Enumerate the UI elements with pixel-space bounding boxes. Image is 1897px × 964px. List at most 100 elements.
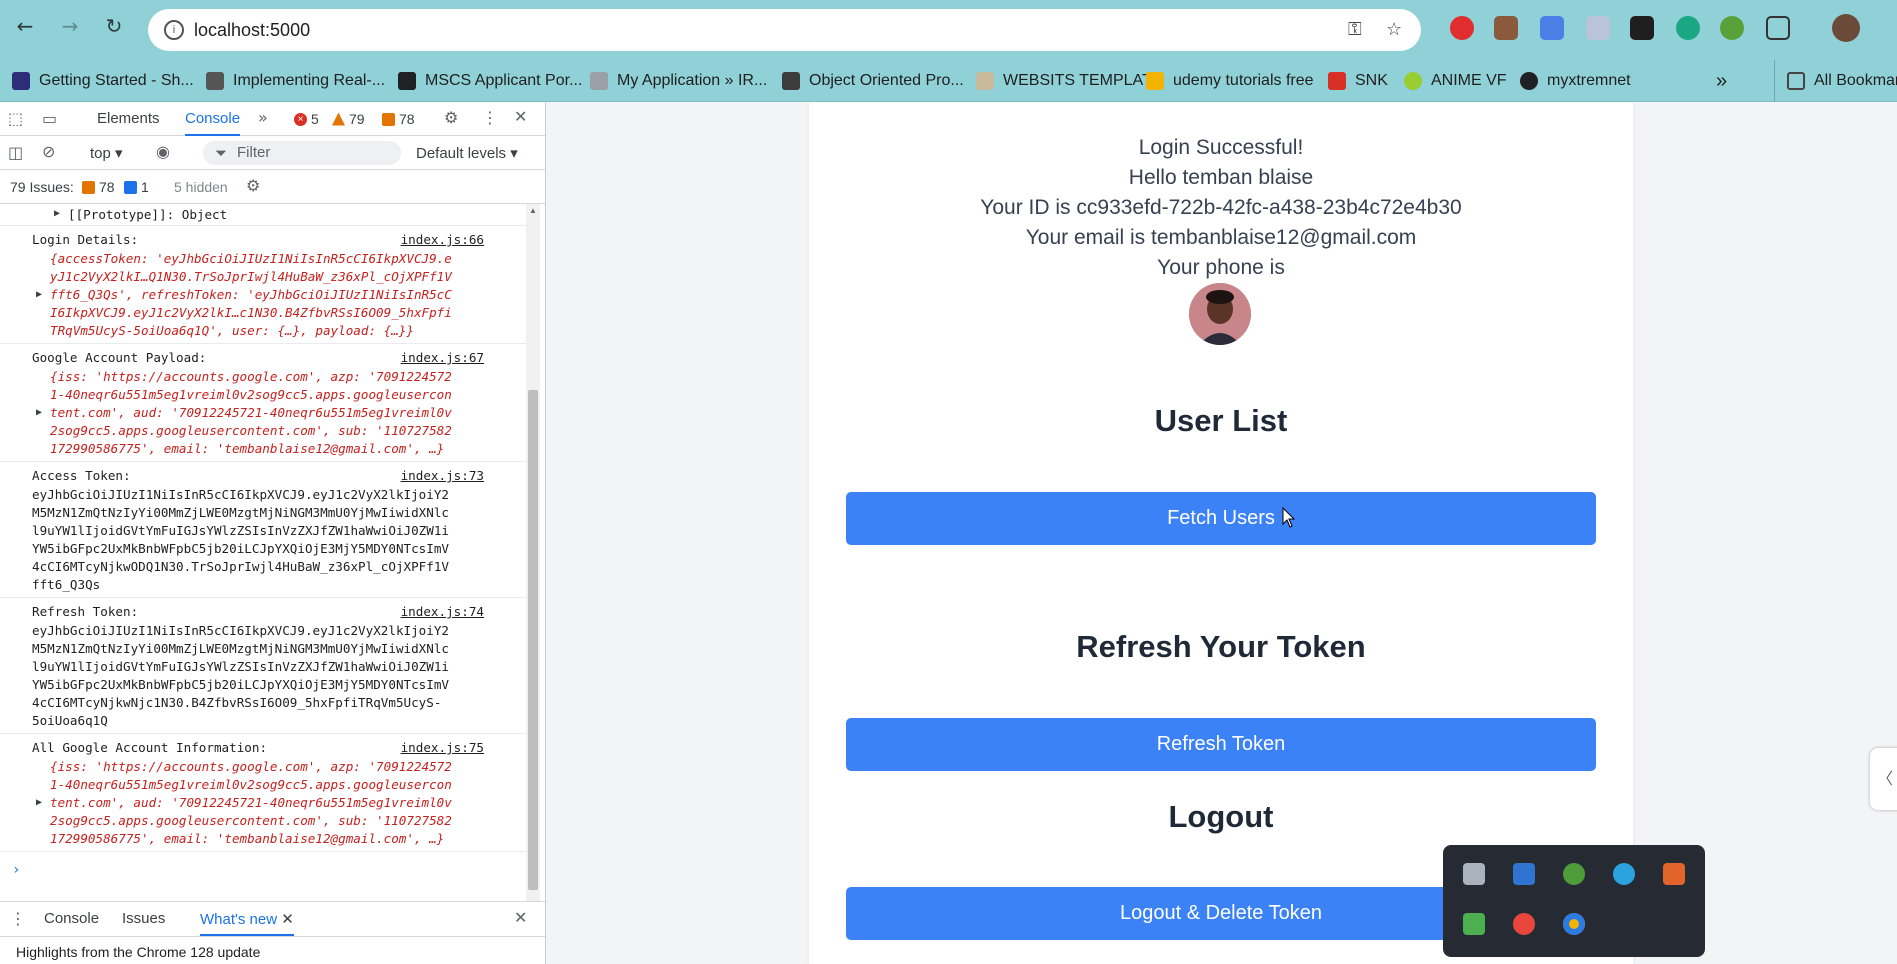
- bookmark-label: WEBSITS TEMPLAT: [1003, 72, 1152, 89]
- security-shield-icon[interactable]: [1513, 863, 1535, 885]
- more-tabs-chevron-icon[interactable]: »: [258, 108, 268, 127]
- log-source-link[interactable]: index.js:66: [401, 232, 484, 247]
- fetch-users-button[interactable]: Fetch Users: [846, 492, 1596, 545]
- log-line: {iss: 'https://accounts.google.com', azp…: [50, 759, 452, 774]
- expand-triangle-icon[interactable]: ▶: [54, 208, 60, 219]
- issues-count-value: 78: [399, 111, 415, 127]
- shield-extension-icon[interactable]: [1586, 16, 1610, 40]
- bookmark-label: udemy tutorials free: [1173, 72, 1314, 89]
- log-line: 2sog9cc5.apps.googleusercontent.com', su…: [50, 423, 452, 438]
- password-key-icon[interactable]: ⚿: [1348, 19, 1362, 40]
- bookmark-item[interactable]: udemy tutorials free: [1146, 60, 1314, 102]
- inspect-element-icon[interactable]: ⬚: [8, 109, 23, 128]
- bookmark-favicon: [1328, 72, 1346, 90]
- site-info-icon[interactable]: i: [164, 20, 184, 40]
- scrollbar-thumb[interactable]: [528, 390, 538, 890]
- devtools-drawer-tabs: ⋮ Console Issues What's new ✕ ✕: [0, 901, 545, 937]
- log-levels-dropdown[interactable]: Default levels ▾: [416, 144, 518, 162]
- bookmark-item[interactable]: SNK: [1328, 60, 1388, 102]
- reload-icon[interactable]: ↻: [102, 14, 126, 38]
- bookmark-item[interactable]: WEBSITS TEMPLAT: [976, 60, 1152, 102]
- bookmark-label: SNK: [1355, 72, 1388, 89]
- list-item: Login Details: index.js:66 ▶ {accessToke…: [0, 230, 530, 344]
- device-toolbar-icon[interactable]: ▭: [42, 109, 57, 128]
- scroll-up-icon[interactable]: ▲: [529, 206, 537, 215]
- log-label: Refresh Token:: [32, 604, 139, 619]
- display-icon[interactable]: [1463, 863, 1485, 885]
- clear-console-icon[interactable]: ⊘: [42, 142, 55, 161]
- chrome-icon[interactable]: [1563, 913, 1585, 935]
- more-bookmarks-chevron-icon[interactable]: »: [1716, 60, 1727, 102]
- opera-extension-icon[interactable]: [1450, 16, 1474, 40]
- sidebar-toggle-icon[interactable]: ◫: [8, 143, 23, 162]
- filter-placeholder: Filter: [237, 144, 271, 161]
- live-expression-eye-icon[interactable]: ◉: [156, 142, 170, 161]
- issues-info-count[interactable]: 1: [124, 179, 149, 195]
- console-scrollbar[interactable]: ▲: [526, 204, 540, 904]
- issues-count[interactable]: 78: [382, 111, 415, 127]
- copy-extension-icon[interactable]: [1540, 16, 1564, 40]
- issues-bar: 79 Issues: 78 1 5 hidden ⚙: [0, 170, 545, 204]
- expand-triangle-icon[interactable]: ▶: [36, 407, 42, 418]
- log-source-link[interactable]: index.js:73: [401, 468, 484, 483]
- settings-gear-icon[interactable]: ⚙: [444, 108, 458, 127]
- context-selector[interactable]: top ▾: [90, 144, 123, 162]
- bookmarks-bar: Getting Started - Sh... Implementing Rea…: [0, 60, 1897, 102]
- react-extension-icon[interactable]: [1676, 16, 1700, 40]
- bookmark-item[interactable]: MSCS Applicant Por...: [398, 60, 582, 102]
- back-icon[interactable]: ←: [13, 14, 37, 38]
- bookmark-item[interactable]: ANIME VF: [1404, 60, 1507, 102]
- forward-icon[interactable]: →: [58, 14, 82, 38]
- bookmark-item[interactable]: Implementing Real-...: [206, 60, 385, 102]
- error-count[interactable]: × 5: [294, 111, 319, 127]
- download-icon[interactable]: [1663, 863, 1685, 885]
- log-line: 1-40neqr6u551m5eg1vreiml0v2sog9cc5.apps.…: [50, 777, 452, 792]
- globe-extension-icon[interactable]: [1720, 16, 1744, 40]
- refresh-token-title: Refresh Your Token: [1076, 629, 1366, 664]
- network-globe-icon[interactable]: [1563, 863, 1585, 885]
- drawer-tab-issues[interactable]: Issues: [122, 902, 165, 936]
- extensions-puzzle-icon[interactable]: [1766, 16, 1790, 40]
- tab-console[interactable]: Console: [185, 102, 241, 136]
- bookmark-item[interactable]: My Application » IR...: [590, 60, 767, 102]
- bookmark-item[interactable]: myxtremnet: [1520, 60, 1631, 102]
- log-line: fft6_Q3Qs: [32, 577, 101, 592]
- drawer-menu-icon[interactable]: ⋮: [10, 909, 26, 928]
- dev-extension-icon[interactable]: [1630, 16, 1654, 40]
- bookmark-label: My Application » IR...: [617, 72, 768, 89]
- bookmark-label: Object Oriented Pro...: [809, 72, 964, 89]
- profile-avatar[interactable]: [1832, 14, 1860, 42]
- tab-elements[interactable]: Elements: [97, 102, 160, 136]
- expand-triangle-icon[interactable]: ▶: [36, 797, 42, 808]
- warning-count[interactable]: 79: [332, 111, 365, 127]
- refresh-token-button[interactable]: Refresh Token: [846, 718, 1596, 771]
- console-prompt-chevron-icon[interactable]: ›: [12, 862, 20, 878]
- drawer-tab-console[interactable]: Console: [44, 902, 99, 936]
- bookmark-star-icon[interactable]: ☆: [1386, 19, 1402, 40]
- side-panel-handle-icon[interactable]: 〈: [1870, 748, 1897, 810]
- filter-input[interactable]: ⏷ Filter: [203, 141, 401, 165]
- drawer-tab-whats-new[interactable]: What's new ✕: [200, 902, 294, 936]
- green-app-icon[interactable]: [1463, 913, 1485, 935]
- address-bar[interactable]: i localhost:5000 ⚿ ☆: [148, 9, 1421, 51]
- log-source-link[interactable]: index.js:67: [401, 350, 484, 365]
- close-devtools-icon[interactable]: ✕: [514, 107, 527, 126]
- all-bookmarks-button[interactable]: All Bookmarks: [1774, 60, 1897, 102]
- log-line: l9uYW1lIjoidGVtYmFuIGJsYWlzZSIsInVzZXJfZ…: [32, 523, 450, 538]
- bookmark-item[interactable]: Object Oriented Pro...: [782, 60, 964, 102]
- close-drawer-icon[interactable]: ✕: [514, 908, 527, 927]
- avatar: [1189, 283, 1251, 345]
- chrome-canary-icon[interactable]: [1513, 913, 1535, 935]
- bookmark-item[interactable]: Getting Started - Sh...: [12, 60, 194, 102]
- spy-extension-icon[interactable]: [1494, 16, 1518, 40]
- telegram-icon[interactable]: [1613, 863, 1635, 885]
- log-source-link[interactable]: index.js:74: [401, 604, 484, 619]
- close-tab-icon[interactable]: ✕: [281, 910, 294, 928]
- log-line: 172990586775', email: 'tembanblaise12@gm…: [50, 831, 445, 846]
- log-source-link[interactable]: index.js:75: [401, 740, 484, 755]
- issues-warn-count[interactable]: 78: [82, 179, 115, 195]
- issues-settings-gear-icon[interactable]: ⚙: [246, 176, 260, 195]
- prototype-line: [[Prototype]]: Object: [68, 207, 228, 222]
- kebab-menu-icon[interactable]: ⋮: [482, 108, 498, 127]
- expand-triangle-icon[interactable]: ▶: [36, 289, 42, 300]
